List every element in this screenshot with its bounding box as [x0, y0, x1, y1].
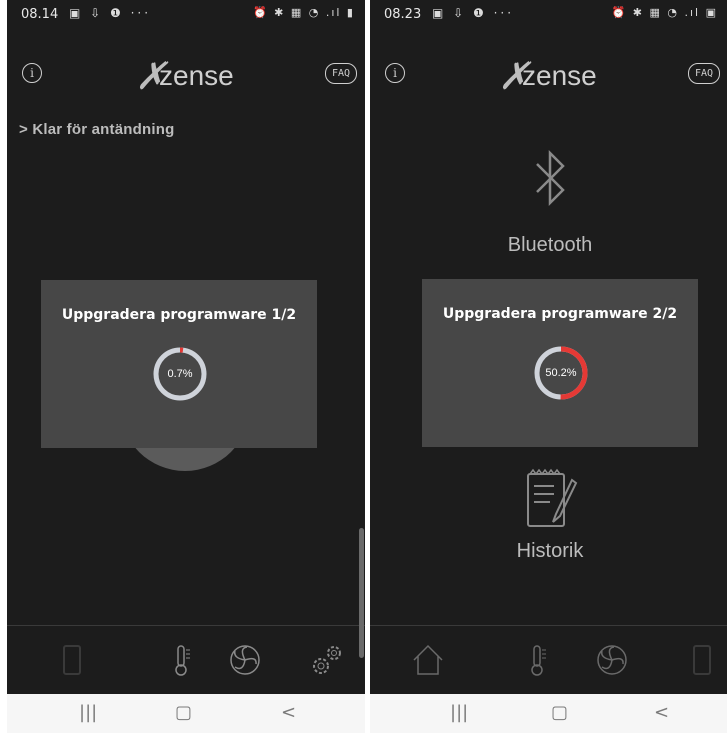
status-bar: 08.14 ▣ ⇩ ❶ ··· ⏰ ✱ ▦ ◔ .ıl ▮ — [7, 0, 365, 28]
upgrade-dialog: Uppgradera programware 1/2 0.7% — [41, 280, 317, 448]
chevron-right-icon: > — [19, 121, 33, 138]
phone-icon[interactable] — [52, 640, 92, 680]
app-header: i ✗ zense FAQ — [370, 40, 727, 100]
logo-word: zense — [522, 60, 597, 91]
bluetooth-icon — [536, 149, 565, 207]
logo-word: zense — [159, 60, 234, 91]
dialog-title: Uppgradera programware 1/2 — [61, 307, 297, 323]
phone-screen-right: 08.23 ▣ ⇩ ❶ ··· ⏰ ✱ ▦ ◔ .ıl ▣ i ✗ zense … — [370, 0, 727, 733]
system-navigation-bar: ||| ▢ < — [7, 694, 365, 733]
status-bar: 08.23 ▣ ⇩ ❶ ··· ⏰ ✱ ▦ ◔ .ıl ▣ — [370, 0, 727, 28]
upgrade-dialog: Uppgradera programware 2/2 50.2% — [422, 279, 698, 447]
recent-apps-button[interactable]: ||| — [450, 702, 468, 723]
bluetooth-tile[interactable]: Bluetooth — [480, 138, 620, 257]
xzense-logo: ✗ zense — [127, 48, 257, 98]
phone-icon[interactable] — [682, 640, 722, 680]
xzense-logo: ✗ zense — [490, 48, 620, 98]
bottom-navigation — [7, 625, 365, 696]
bottom-navigation — [370, 625, 727, 696]
system-status-icons: ⏰ ✱ ▦ ◔ .ıl ▣ — [611, 6, 718, 19]
clock: 08.23 — [384, 7, 422, 22]
notification-icons: ▣ ⇩ ❶ ··· — [69, 6, 152, 20]
phone-screen-left: 08.14 ▣ ⇩ ❶ ··· ⏰ ✱ ▦ ◔ .ıl ▮ i ✗ zense … — [7, 0, 365, 733]
home-button[interactable]: ▢ — [175, 702, 192, 723]
thermometer-icon[interactable] — [162, 640, 202, 680]
scrollbar[interactable] — [359, 528, 364, 658]
progress-percent: 0.7% — [167, 368, 193, 380]
clock: 08.14 — [21, 7, 59, 22]
app-header: i ✗ zense FAQ — [7, 40, 365, 100]
faq-button[interactable]: FAQ — [688, 63, 720, 84]
system-status-icons: ⏰ ✱ ▦ ◔ .ıl ▮ — [252, 6, 355, 19]
fan-icon[interactable] — [225, 640, 265, 680]
dialog-title: Uppgradera programware 2/2 — [442, 306, 678, 322]
history-label: Historik — [516, 540, 584, 562]
faq-button[interactable]: FAQ — [325, 63, 357, 84]
thermometer-icon[interactable] — [518, 640, 558, 680]
home-button[interactable]: ▢ — [551, 702, 568, 723]
home-icon[interactable] — [408, 640, 448, 680]
info-icon[interactable]: i — [22, 63, 42, 83]
progress-percent: 50.2% — [545, 367, 577, 379]
recent-apps-button[interactable]: ||| — [79, 702, 97, 723]
notification-icons: ▣ ⇩ ❶ ··· — [432, 6, 515, 20]
system-navigation-bar: ||| ▢ < — [370, 694, 727, 733]
bluetooth-label: Bluetooth — [507, 234, 593, 256]
back-button[interactable]: < — [654, 702, 669, 723]
settings-icon[interactable] — [307, 640, 347, 680]
notepad-icon — [527, 468, 578, 527]
info-icon[interactable]: i — [385, 63, 405, 83]
history-tile[interactable]: Historik — [490, 466, 610, 563]
fan-icon[interactable] — [592, 640, 632, 680]
connection-status[interactable]: > Klar för antändning — [19, 121, 174, 138]
status-text: Klar för antändning — [32, 121, 175, 138]
back-button[interactable]: < — [281, 702, 296, 723]
